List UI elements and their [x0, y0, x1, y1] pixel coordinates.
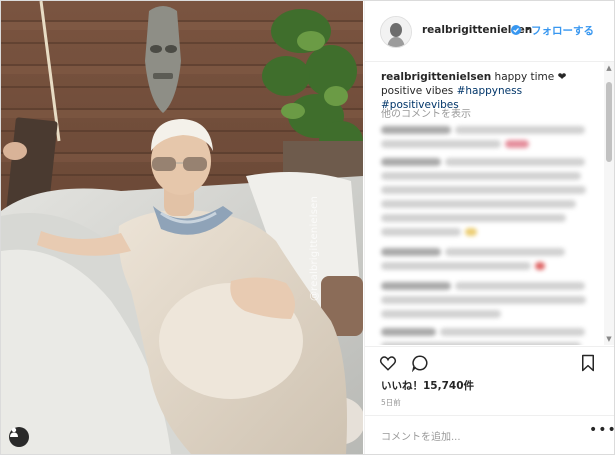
blurred-comment-line: [381, 310, 501, 318]
add-comment-input[interactable]: コメントを追加...: [381, 428, 461, 443]
likes-count[interactable]: いいね！15,740件: [381, 378, 474, 393]
instagram-post-frame: @realbrigittenielsen realbrigittenielsen: [0, 0, 615, 455]
avatar-image: [381, 17, 411, 47]
user-tag-icon: [10, 427, 18, 437]
blurred-comment-line: [440, 328, 585, 336]
scrollbar-thumb[interactable]: [606, 82, 612, 162]
blurred-comment-line: [381, 282, 451, 290]
scroll-up-arrow-icon[interactable]: ▲: [605, 64, 613, 72]
comments-scrollbar[interactable]: ▲ ▼: [604, 62, 614, 345]
post-timestamp: 5日前: [381, 398, 401, 407]
comment-icon[interactable]: [411, 354, 429, 372]
blurred-comment-line: [455, 126, 585, 134]
verified-badge-icon: [511, 25, 521, 35]
blurred-comment-line: [381, 214, 566, 222]
blurred-comment-line: [381, 296, 586, 304]
blurred-comment-line: [381, 228, 461, 236]
view-more-comments-link[interactable]: 他のコメントを表示: [381, 105, 471, 120]
blurred-comment-line: [381, 172, 581, 180]
photo-watermark: @realbrigittenielsen: [309, 195, 320, 301]
blurred-comment-line: [381, 126, 451, 134]
blurred-comment-line: [381, 328, 436, 336]
post-photo[interactable]: @realbrigittenielsen: [1, 1, 363, 454]
bookmark-icon[interactable]: [579, 354, 597, 372]
blurred-comment-line: [445, 158, 585, 166]
comments-list[interactable]: realbrigittenielsen happy time ❤ positiv…: [365, 62, 603, 345]
blurred-comment-line: [381, 248, 441, 256]
post-actions-bar: [365, 346, 614, 377]
add-comment-bar: コメントを追加... •••: [365, 415, 614, 454]
more-options-icon[interactable]: •••: [589, 422, 614, 438]
blurred-comment-line: [381, 262, 531, 270]
blurred-emoji: [505, 140, 529, 148]
blurred-emoji: [465, 228, 477, 236]
user-tag-button[interactable]: [9, 427, 29, 447]
blurred-comment-line: [381, 186, 586, 194]
post-header: realbrigittenielsen • フォローする: [365, 1, 614, 62]
heart-icon[interactable]: [379, 354, 397, 372]
blurred-comment-line: [455, 282, 585, 290]
caption-username[interactable]: realbrigittenielsen: [381, 71, 491, 83]
blurred-comment-line: [381, 342, 581, 345]
follow-button[interactable]: フォローする: [531, 23, 594, 38]
post-side-panel: realbrigittenielsen • フォローする realbrigitt…: [364, 1, 614, 454]
avatar[interactable]: [380, 16, 412, 48]
blurred-comment-line: [381, 158, 441, 166]
scroll-down-arrow-icon[interactable]: ▼: [605, 335, 613, 343]
blurred-comment-line: [381, 200, 576, 208]
blurred-emoji: [535, 262, 545, 270]
blurred-comment-line: [381, 140, 501, 148]
blurred-comment-line: [445, 248, 565, 256]
